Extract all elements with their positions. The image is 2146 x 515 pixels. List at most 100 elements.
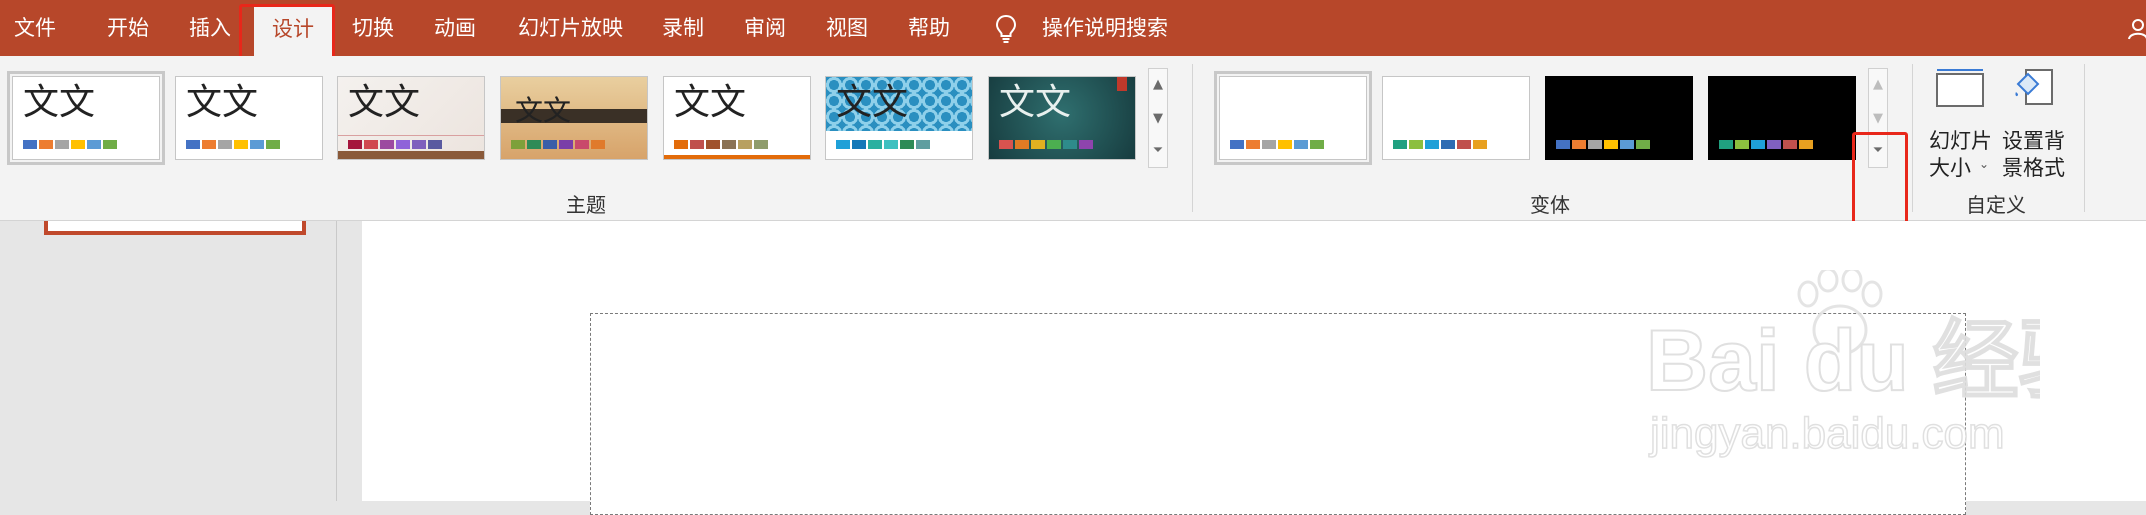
variant-thumb-4[interactable] xyxy=(1708,76,1856,160)
variant-color-swatches xyxy=(1556,140,1650,149)
color-swatch xyxy=(1735,140,1749,149)
tab-file[interactable]: 文件 xyxy=(14,0,56,56)
tab-animations[interactable]: 动画 xyxy=(434,0,476,56)
theme-color-swatches xyxy=(186,140,280,149)
color-swatch xyxy=(527,140,541,149)
theme-color-swatches xyxy=(674,140,768,149)
theme-sample-text: 文文 xyxy=(515,94,572,127)
color-swatch xyxy=(1079,140,1093,149)
color-swatch xyxy=(1393,140,1407,149)
tab-home[interactable]: 开始 xyxy=(107,0,149,56)
theme-thumb-1[interactable]: 文文 xyxy=(7,71,165,165)
color-swatch xyxy=(1620,140,1634,149)
color-swatch xyxy=(836,140,850,149)
theme-sample-text: 文文 xyxy=(999,82,1072,123)
more-expand-icon[interactable]: ⏷ xyxy=(1149,137,1167,165)
user-icon[interactable] xyxy=(2128,18,2146,40)
format-background-button[interactable]: 设置背 景格式 xyxy=(1998,64,2070,184)
scroll-down-icon[interactable]: ▼ xyxy=(1869,105,1887,133)
color-swatch xyxy=(428,140,442,149)
theme-sample-text: 文文 xyxy=(23,82,96,123)
color-swatch xyxy=(1230,140,1244,149)
color-swatch xyxy=(1783,140,1797,149)
color-swatch xyxy=(1246,140,1260,149)
color-swatch xyxy=(559,140,573,149)
variant-thumb-1[interactable] xyxy=(1214,71,1372,165)
chevron-down-icon: ⌄ xyxy=(1979,157,1990,171)
scroll-up-icon[interactable]: ▲ xyxy=(1149,71,1167,99)
slide-size-icon xyxy=(1936,69,1984,107)
color-swatch xyxy=(1636,140,1650,149)
theme-thumb-6[interactable]: 文文 xyxy=(825,76,973,160)
group-separator xyxy=(2084,64,2085,212)
theme-thumb-7[interactable]: 文文 xyxy=(988,76,1136,160)
color-swatch xyxy=(1719,140,1733,149)
color-swatch xyxy=(1799,140,1813,149)
color-swatch xyxy=(900,140,914,149)
format-background-icon xyxy=(2015,69,2053,105)
tab-help[interactable]: 帮助 xyxy=(908,0,950,56)
variant-color-swatches xyxy=(1393,140,1487,149)
theme-color-swatches xyxy=(511,140,605,149)
format-background-label-line2: 景格式 xyxy=(2002,156,2065,180)
slide-thumbnail-pane[interactable] xyxy=(0,221,337,501)
color-swatch xyxy=(87,140,101,149)
color-swatch xyxy=(722,140,736,149)
theme-thumb-4[interactable]: 文文 xyxy=(500,76,648,160)
theme-color-swatches xyxy=(23,140,117,149)
variant-thumb-2[interactable] xyxy=(1382,76,1530,160)
color-swatch xyxy=(1425,140,1439,149)
slide-size-label-line1: 幻灯片 xyxy=(1929,129,1992,153)
themes-gallery-scrollbar[interactable]: ▲ ▼ ⏷ xyxy=(1148,68,1168,168)
color-swatch xyxy=(1031,140,1045,149)
scroll-up-icon[interactable]: ▲ xyxy=(1869,71,1887,99)
theme-sample-text: 文文 xyxy=(674,82,747,123)
color-swatch xyxy=(754,140,768,149)
tell-me-search[interactable]: 操作说明搜索 xyxy=(1042,0,1168,56)
color-swatch xyxy=(1457,140,1471,149)
lightbulb-icon xyxy=(995,14,1017,43)
variant-thumb-3[interactable] xyxy=(1545,76,1693,160)
tab-record[interactable]: 录制 xyxy=(662,0,704,56)
theme-thumb-3[interactable]: 文文 xyxy=(337,76,485,160)
theme-sample-text: 文文 xyxy=(186,82,259,123)
slide-thumbnail-selected[interactable] xyxy=(44,221,306,235)
theme-sample-text: 文文 xyxy=(348,82,421,123)
color-swatch xyxy=(1310,140,1324,149)
theme-sample-text: 文文 xyxy=(836,82,909,123)
tab-review[interactable]: 审阅 xyxy=(744,0,786,56)
color-swatch xyxy=(1556,140,1570,149)
watermark-brand: Bai du 经验 xyxy=(1646,313,2040,409)
scroll-down-icon[interactable]: ▼ xyxy=(1149,105,1167,133)
color-swatch xyxy=(348,140,362,149)
theme-thumb-5[interactable]: 文文 xyxy=(663,76,811,160)
color-swatch xyxy=(103,140,117,149)
format-background-label-line1: 设置背 xyxy=(2002,129,2065,153)
color-swatch xyxy=(412,140,426,149)
tab-transitions[interactable]: 切换 xyxy=(352,0,394,56)
color-swatch xyxy=(1262,140,1276,149)
color-swatch xyxy=(1063,140,1077,149)
tab-insert[interactable]: 插入 xyxy=(189,0,231,56)
color-swatch xyxy=(55,140,69,149)
color-swatch xyxy=(706,140,720,149)
color-swatch xyxy=(71,140,85,149)
tab-view[interactable]: 视图 xyxy=(826,0,868,56)
theme-color-swatches xyxy=(836,140,930,149)
theme-wood-strip xyxy=(338,151,484,159)
color-swatch xyxy=(218,140,232,149)
theme-thumb-2[interactable]: 文文 xyxy=(175,76,323,160)
group-label-customize: 自定义 xyxy=(1966,193,2026,217)
color-swatch xyxy=(999,140,1013,149)
color-swatch xyxy=(884,140,898,149)
tab-slideshow[interactable]: 幻灯片放映 xyxy=(518,0,623,56)
variant-color-swatches xyxy=(1719,140,1813,149)
color-swatch xyxy=(234,140,248,149)
color-swatch xyxy=(868,140,882,149)
baidu-jingyan-watermark: Bai du 经验 jingyan.baidu.com xyxy=(1645,270,2040,459)
color-swatch xyxy=(852,140,866,149)
color-swatch xyxy=(266,140,280,149)
color-swatch xyxy=(1015,140,1029,149)
color-swatch xyxy=(690,140,704,149)
slide-size-button[interactable]: 幻灯片 大小 ⌄ xyxy=(1925,64,1995,184)
